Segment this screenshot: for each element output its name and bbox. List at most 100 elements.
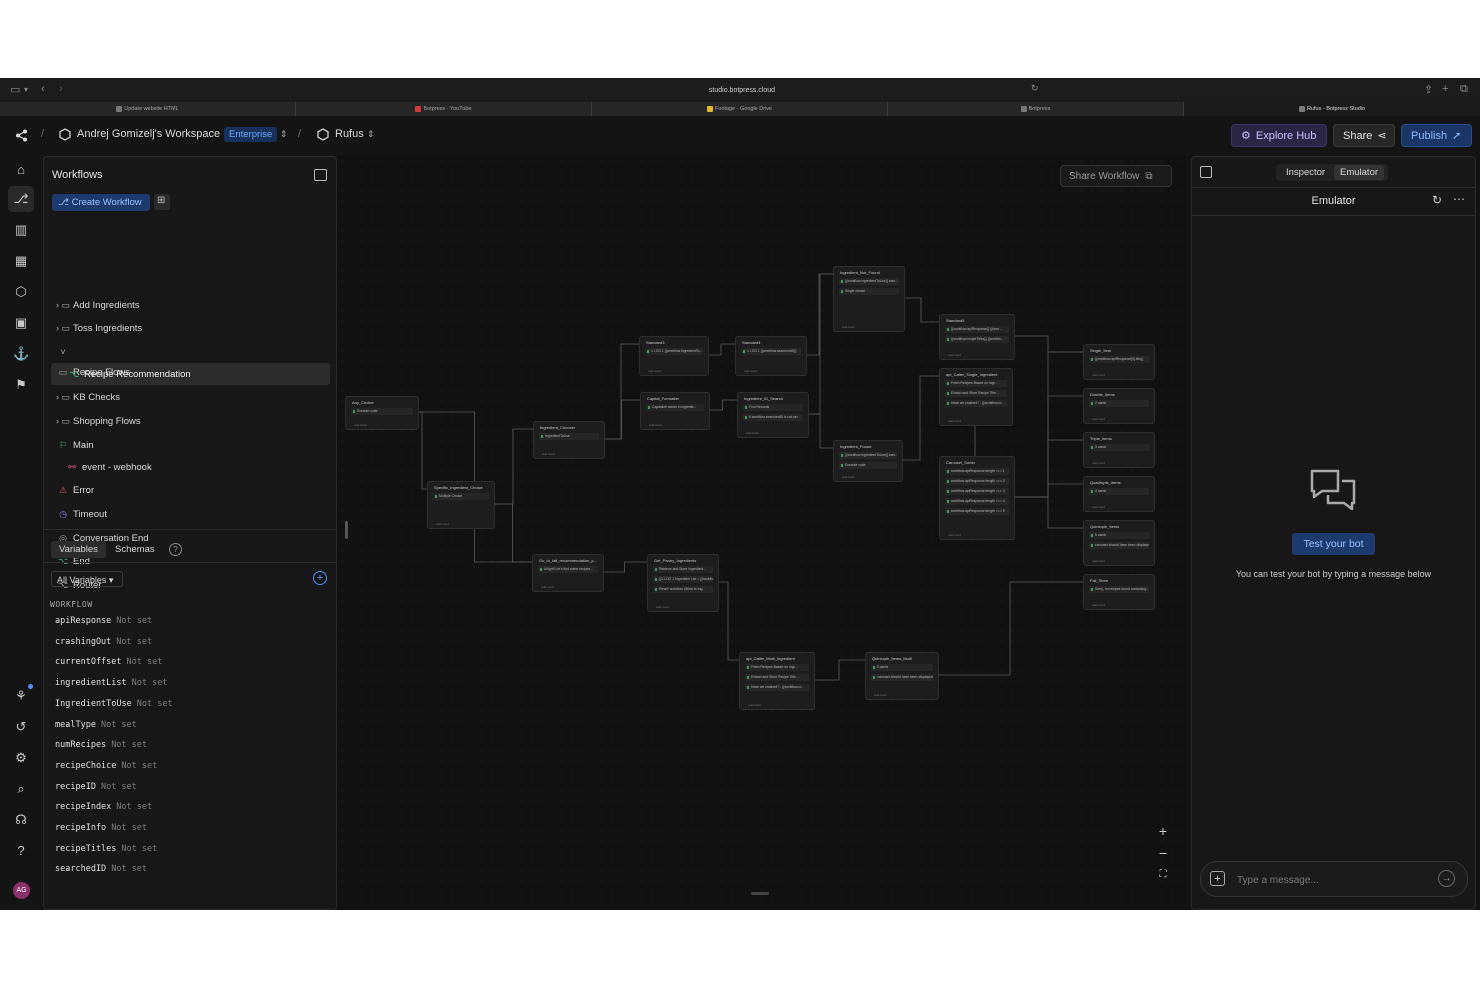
node-card[interactable]: Reset: workflow (What to trig... — [653, 586, 713, 593]
flow-node[interactable]: Ingredient_ID_Search Find Records If workf… — [737, 392, 809, 438]
tree-folder-kb-checks[interactable]: › ▭ KB Checks — [56, 387, 120, 407]
node-card[interactable]: workflow.apiResponse.length === 5 — [945, 508, 1009, 515]
add-card-link[interactable]: Add Card — [948, 533, 961, 537]
add-card-link[interactable]: Add Card — [746, 431, 759, 435]
support-headset-icon[interactable]: ☊ — [13, 812, 29, 828]
zoom-in-icon[interactable]: + — [1152, 820, 1174, 842]
test-your-bot-button[interactable]: Test your bot — [1292, 533, 1375, 555]
share-page-icon[interactable]: ⇪ — [1424, 83, 1433, 96]
node-card[interactable]: workflow.apiResponse.length === 3 — [945, 488, 1009, 495]
tree-folder-toss-ingredients[interactable]: › ▭ Toss Ingredients — [56, 318, 142, 338]
flow-node[interactable]: Capital_Formatter Capitalize words in ing… — [640, 392, 710, 430]
tab-inspector[interactable]: Inspector — [1280, 165, 1331, 180]
tab-overview-icon[interactable]: ⧉ — [1460, 83, 1468, 96]
node-card[interactable]: 1 LOG 1 {{workflow.ingredientTo... — [645, 348, 703, 355]
flow-node[interactable]: Get_Pantry_Ingredients Retrieve and Store… — [647, 554, 719, 612]
message-input[interactable] — [1235, 871, 1429, 889]
flow-node[interactable]: Any_Choice Execute code Add Card — [345, 396, 419, 430]
add-card-link[interactable]: Add Card — [874, 693, 887, 697]
tree-folder-shopping-flows[interactable]: › ▭ Shopping Flows — [56, 411, 141, 431]
flow-canvas[interactable]: Share Workflow ⧉ Any_Choice Execute code Ad… — [337, 156, 1186, 908]
flow-node[interactable]: api_Caller_Single_Ingredient Fetch Recipe… — [939, 368, 1013, 426]
tab-variables[interactable]: Variables — [51, 541, 106, 558]
node-card[interactable]: Fetch Recipes Based on Ingr... — [945, 380, 1007, 387]
back-icon[interactable]: ‹ — [41, 83, 45, 95]
add-card-link[interactable]: Add Card — [436, 522, 449, 526]
new-folder-button[interactable]: ⊞ — [154, 194, 170, 210]
flow-node[interactable]: Fail_Store Sorry, no recipes found contai… — [1083, 574, 1155, 610]
attach-plus-icon[interactable]: + — [1210, 871, 1225, 886]
bottom-resize-handle[interactable] — [751, 892, 769, 895]
add-card-link[interactable]: Add Card — [1092, 373, 1105, 377]
history-icon[interactable]: ↺ — [13, 719, 29, 735]
node-card[interactable]: {{1 LOG 1 Ingredient List = {{workflo... — [653, 576, 713, 583]
publish-button[interactable]: Publish ➚ — [1401, 124, 1472, 147]
variable-row[interactable]: searchedID Not set — [55, 864, 147, 874]
workflows-icon[interactable]: ⎇ — [8, 186, 34, 212]
flow-node[interactable]: Single_Item {{workflow.apiResponse[0].tit… — [1083, 344, 1155, 380]
variable-row[interactable]: recipeChoice Not set — [55, 761, 157, 771]
bot-name[interactable]: Rufus — [335, 128, 364, 140]
address-bar[interactable]: studio.botpress.cloud — [442, 83, 1042, 98]
node-card[interactable]: Execute code — [351, 408, 413, 415]
flow-node[interactable]: Quintuple_Items 5 cards carousel should ha… — [1083, 520, 1155, 566]
add-card-link[interactable]: Add Card — [948, 353, 961, 357]
add-card-link[interactable]: Add Card — [354, 423, 367, 427]
node-card[interactable]: {{workflow.ingredientToUse}} was... — [839, 278, 899, 285]
hooks-anchor-icon[interactable]: ⚓ — [13, 346, 29, 362]
variable-row[interactable]: ingredientList Not set — [55, 678, 167, 688]
node-card[interactable]: workflow.apiResponse.length === 4 — [945, 498, 1009, 505]
knowledge-base-icon[interactable]: ▥ — [13, 222, 29, 238]
botpress-logo-icon[interactable] — [15, 129, 28, 142]
node-card[interactable]: IngredientToUse — [539, 433, 599, 440]
flow-node[interactable]: Specific_Ingredient_Choice Multiple Choic… — [427, 481, 495, 529]
tree-item-main[interactable]: ⚐ Main — [56, 435, 94, 455]
bot-switch-icon[interactable]: ⇕ — [367, 129, 375, 140]
browser-tab[interactable]: Botpress - YouTube — [296, 102, 592, 116]
create-workflow-button[interactable]: ⎇ Create Workflow — [52, 194, 150, 211]
add-card-link[interactable]: Add Card — [744, 369, 757, 373]
hub-hexagon-icon[interactable]: ⬡ — [13, 284, 29, 300]
node-card[interactable]: 5 cards — [1089, 532, 1149, 539]
flow-node[interactable]: Quadruple_Items 4 cards Add Card — [1083, 476, 1155, 512]
variable-row[interactable]: recipeIndex Not set — [55, 802, 152, 812]
variable-row[interactable]: recipeTitles Not set — [55, 844, 157, 854]
node-card[interactable]: {{workflow.apiResponse[0].title}} — [1089, 356, 1149, 363]
chevron-down-icon[interactable]: ▾ — [24, 85, 28, 94]
avatar[interactable]: AG — [13, 882, 30, 899]
search-icon[interactable]: ⌕ — [13, 781, 29, 797]
browser-tab[interactable]: Update website HTML — [0, 102, 296, 116]
flow-node[interactable]: Standard5 {{workflow.apiResponse}} {{num.… — [939, 314, 1015, 360]
add-card-link[interactable]: Add Card — [1092, 505, 1105, 509]
agents-icon[interactable]: ▣ — [13, 315, 29, 331]
send-arrow-icon[interactable]: → — [1438, 870, 1455, 887]
workspace-name[interactable]: Andrej Gomizelj's Workspace — [77, 128, 220, 140]
node-card[interactable]: {{workflow.apiResponse}} {{num... — [945, 326, 1009, 333]
browser-tab[interactable]: Botpress — [888, 102, 1184, 116]
tables-icon[interactable]: ▦ — [13, 253, 29, 269]
variable-row[interactable]: recipeID Not set — [55, 782, 137, 792]
variable-row[interactable]: mealType Not set — [55, 720, 137, 730]
add-card-link[interactable]: Add Card — [649, 423, 662, 427]
node-card[interactable]: 2 cards — [1089, 400, 1149, 407]
more-options-icon[interactable]: ⋯ — [1453, 192, 1465, 206]
tree-item-timeout[interactable]: ◷ Timeout — [56, 504, 107, 524]
flow-node[interactable]: Go_to_fail_recommendation_p... Alright! L… — [532, 554, 604, 592]
add-card-link[interactable]: Add Card — [1092, 559, 1105, 563]
node-card[interactable]: Have we crashed? - {{workflow.cr... — [745, 684, 809, 691]
node-card[interactable]: Extract and Store Recipe Title... — [745, 674, 809, 681]
node-card[interactable]: Fetch Recipes Based on Ingr... — [745, 664, 809, 671]
flow-node[interactable]: Ingredient_Chooser IngredientToUse Add Car… — [533, 421, 605, 459]
add-card-link[interactable]: Add Card — [542, 452, 555, 456]
flow-node[interactable]: Ingredient_Found {{workflow.ingredientToU… — [833, 440, 903, 482]
node-card[interactable]: 3 cards — [1089, 444, 1149, 451]
fit-view-icon[interactable]: ⛶ — [1152, 864, 1174, 886]
help-icon[interactable]: ? — [169, 543, 182, 556]
panel-resize-handle[interactable] — [345, 521, 348, 539]
flow-node[interactable]: api_Caller_Multi_Ingredient Fetch Recipes… — [739, 652, 815, 710]
add-card-link[interactable]: Add Card — [748, 703, 761, 707]
help-icon[interactable]: ? — [13, 843, 29, 859]
tree-item-error[interactable]: ⚠ Error — [56, 480, 94, 500]
forward-icon[interactable]: › — [59, 83, 63, 95]
node-card[interactable]: {{workflow.recipeTitles}} {{workflo... — [945, 336, 1009, 343]
